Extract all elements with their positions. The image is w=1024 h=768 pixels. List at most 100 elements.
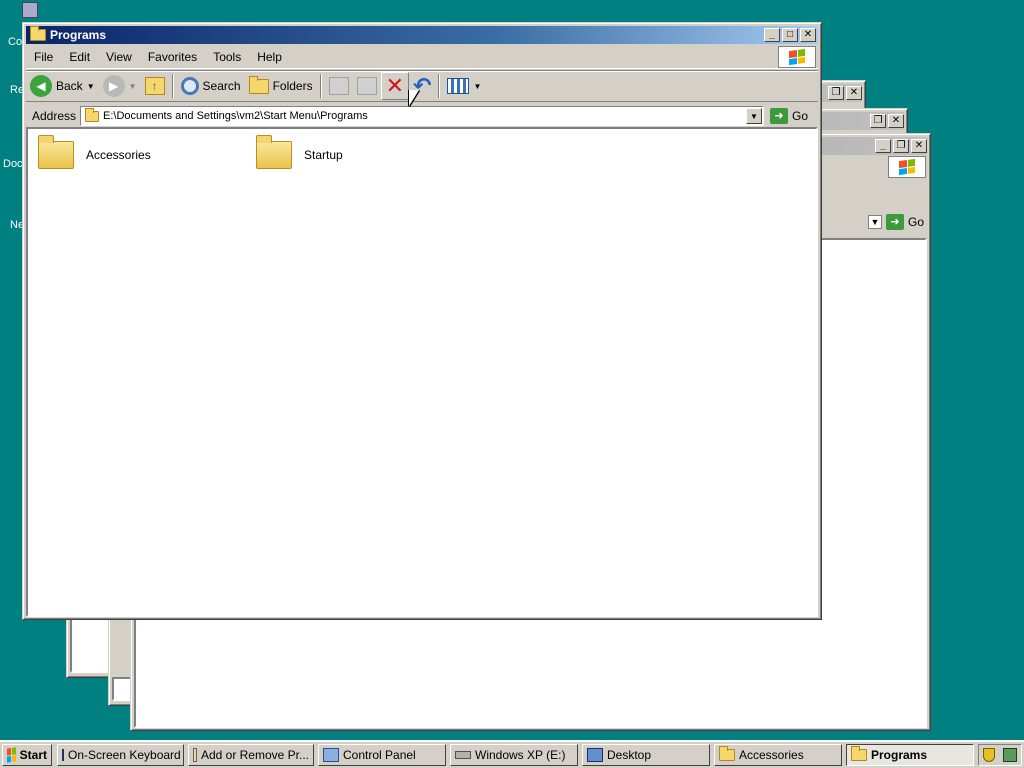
restore-icon[interactable]: ❐ [870, 114, 886, 128]
desktop-icon [587, 748, 603, 762]
background-window-3-logo [888, 156, 926, 178]
menu-view[interactable]: View [98, 50, 140, 64]
folders-label: Folders [272, 79, 313, 93]
folder-icon [719, 746, 735, 761]
address-field[interactable]: E:\Documents and Settings\vm2\Start Menu… [80, 106, 764, 126]
taskbar-button-label: On-Screen Keyboard [68, 748, 181, 762]
keyboard-icon [62, 749, 64, 761]
taskbar-button-label: Programs [871, 748, 928, 762]
add-remove-icon [193, 748, 197, 762]
address-label: Address [32, 109, 77, 123]
windows-flag-icon [789, 48, 805, 65]
back-arrow-icon: ◀ [30, 75, 52, 97]
views-button[interactable]: ▼ [443, 72, 485, 100]
forward-arrow-icon: ▶ [102, 75, 125, 97]
up-folder-button[interactable]: ↑ [141, 72, 169, 100]
taskbar-button-label: Windows XP (E:) [475, 748, 566, 762]
menu-help[interactable]: Help [249, 50, 290, 64]
go-label[interactable]: Go [908, 215, 924, 229]
toolbar-separator [171, 74, 174, 98]
move-to-button[interactable] [325, 72, 353, 100]
taskbar-button-programs[interactable]: Programs [846, 744, 974, 766]
folders-icon [248, 75, 269, 94]
copy-to-button[interactable] [353, 72, 381, 100]
network-icon[interactable] [1003, 748, 1017, 762]
window-titlebar[interactable]: Programs _ □ ✕ [26, 26, 818, 44]
delete-button[interactable]: ✕ [380, 72, 410, 100]
folders-button[interactable]: Folders [245, 72, 317, 100]
search-icon [180, 77, 199, 95]
folder-item-startup[interactable]: Startup [256, 135, 343, 169]
minimize-button[interactable]: _ [764, 28, 780, 42]
toolbar-separator [319, 74, 322, 98]
chevron-down-icon[interactable]: ▼ [87, 82, 95, 91]
forward-button[interactable]: ▶ ▼ [99, 72, 141, 100]
folder-item-accessories[interactable]: Accessories [38, 135, 151, 169]
go-arrow-icon: ➜ [769, 108, 788, 124]
windows-flag-icon [7, 747, 16, 763]
folder-item-label: Accessories [86, 148, 151, 162]
taskbar-button-label: Control Panel [343, 748, 416, 762]
back-label: Back [56, 79, 83, 93]
minimize-icon[interactable]: _ [875, 139, 891, 153]
folder-view[interactable]: Accessories Startup [26, 127, 818, 617]
go-label: Go [791, 109, 808, 123]
control-panel-icon [323, 748, 339, 762]
copy-to-icon [356, 77, 377, 95]
search-label: Search [202, 79, 241, 93]
start-button[interactable]: Start [2, 744, 52, 766]
menu-file[interactable]: File [26, 50, 61, 64]
taskbar-button-label: Add or Remove Pr... [200, 748, 309, 762]
drive-icon [455, 751, 471, 759]
folder-icon [30, 26, 46, 41]
maximize-button[interactable]: □ [782, 28, 798, 42]
start-label: Start [19, 748, 47, 762]
taskbar-button-control-panel[interactable]: Control Panel [318, 744, 446, 766]
menu-tools[interactable]: Tools [205, 50, 249, 64]
delete-icon: ✕ [385, 73, 405, 98]
desktop-icon-label-documents[interactable]: Doc [3, 158, 23, 170]
go-arrow-icon[interactable]: ➜ [885, 214, 904, 230]
dropdown-arrow-icon[interactable]: ▼ [867, 215, 882, 229]
search-button[interactable]: Search [177, 72, 245, 100]
taskbar-button-accessories[interactable]: Accessories [714, 744, 842, 766]
close-icon[interactable]: ✕ [888, 114, 904, 128]
move-to-icon [328, 77, 349, 95]
menu-favorites[interactable]: Favorites [140, 50, 205, 64]
window-title: Programs [50, 28, 107, 42]
views-icon [447, 78, 470, 94]
folder-icon [256, 135, 292, 169]
address-bar: Address E:\Documents and Settings\vm2\St… [26, 103, 818, 129]
menu-edit[interactable]: Edit [61, 50, 98, 64]
chevron-down-icon[interactable]: ▼ [473, 82, 481, 91]
toolbar-separator [438, 74, 441, 98]
go-button[interactable]: ➜ Go [764, 108, 818, 124]
taskbar-button-label: Accessories [739, 748, 804, 762]
folder-icon [851, 746, 867, 761]
restore-icon[interactable]: ❐ [828, 86, 844, 100]
background-window-3-go[interactable]: ▼ ➜ Go [867, 214, 924, 230]
taskbar-button-add-remove[interactable]: Add or Remove Pr... [188, 744, 314, 766]
explorer-window-programs[interactable]: Programs _ □ ✕ File Edit View Favorites … [22, 22, 822, 620]
taskbar: Start On-Screen Keyboard Add or Remove P… [0, 740, 1024, 768]
restore-icon[interactable]: ❐ [893, 139, 909, 153]
folder-icon [38, 135, 74, 169]
close-icon[interactable]: ✕ [911, 139, 927, 153]
menu-bar: File Edit View Favorites Tools Help [26, 45, 818, 69]
taskbar-button-on-screen-keyboard[interactable]: On-Screen Keyboard [57, 744, 184, 766]
desktop-recycle-icon[interactable] [22, 2, 38, 18]
security-shield-icon[interactable] [983, 748, 995, 762]
back-button[interactable]: ◀ Back ▼ [26, 72, 99, 100]
taskbar-button-label: Desktop [607, 748, 652, 762]
close-button[interactable]: ✕ [800, 28, 816, 42]
mouse-cursor-icon [409, 90, 419, 106]
taskbar-button-drive-e[interactable]: Windows XP (E:) [450, 744, 578, 766]
folder-item-label: Startup [304, 148, 343, 162]
desktop-icon-label-computer[interactable]: Co [8, 36, 22, 48]
chevron-down-icon[interactable]: ▼ [129, 82, 137, 91]
address-input[interactable]: E:\Documents and Settings\vm2\Start Menu… [103, 110, 746, 122]
dropdown-arrow-icon[interactable]: ▼ [745, 108, 762, 124]
taskbar-button-desktop[interactable]: Desktop [582, 744, 710, 766]
close-icon[interactable]: ✕ [846, 86, 862, 100]
folder-icon [85, 107, 100, 122]
